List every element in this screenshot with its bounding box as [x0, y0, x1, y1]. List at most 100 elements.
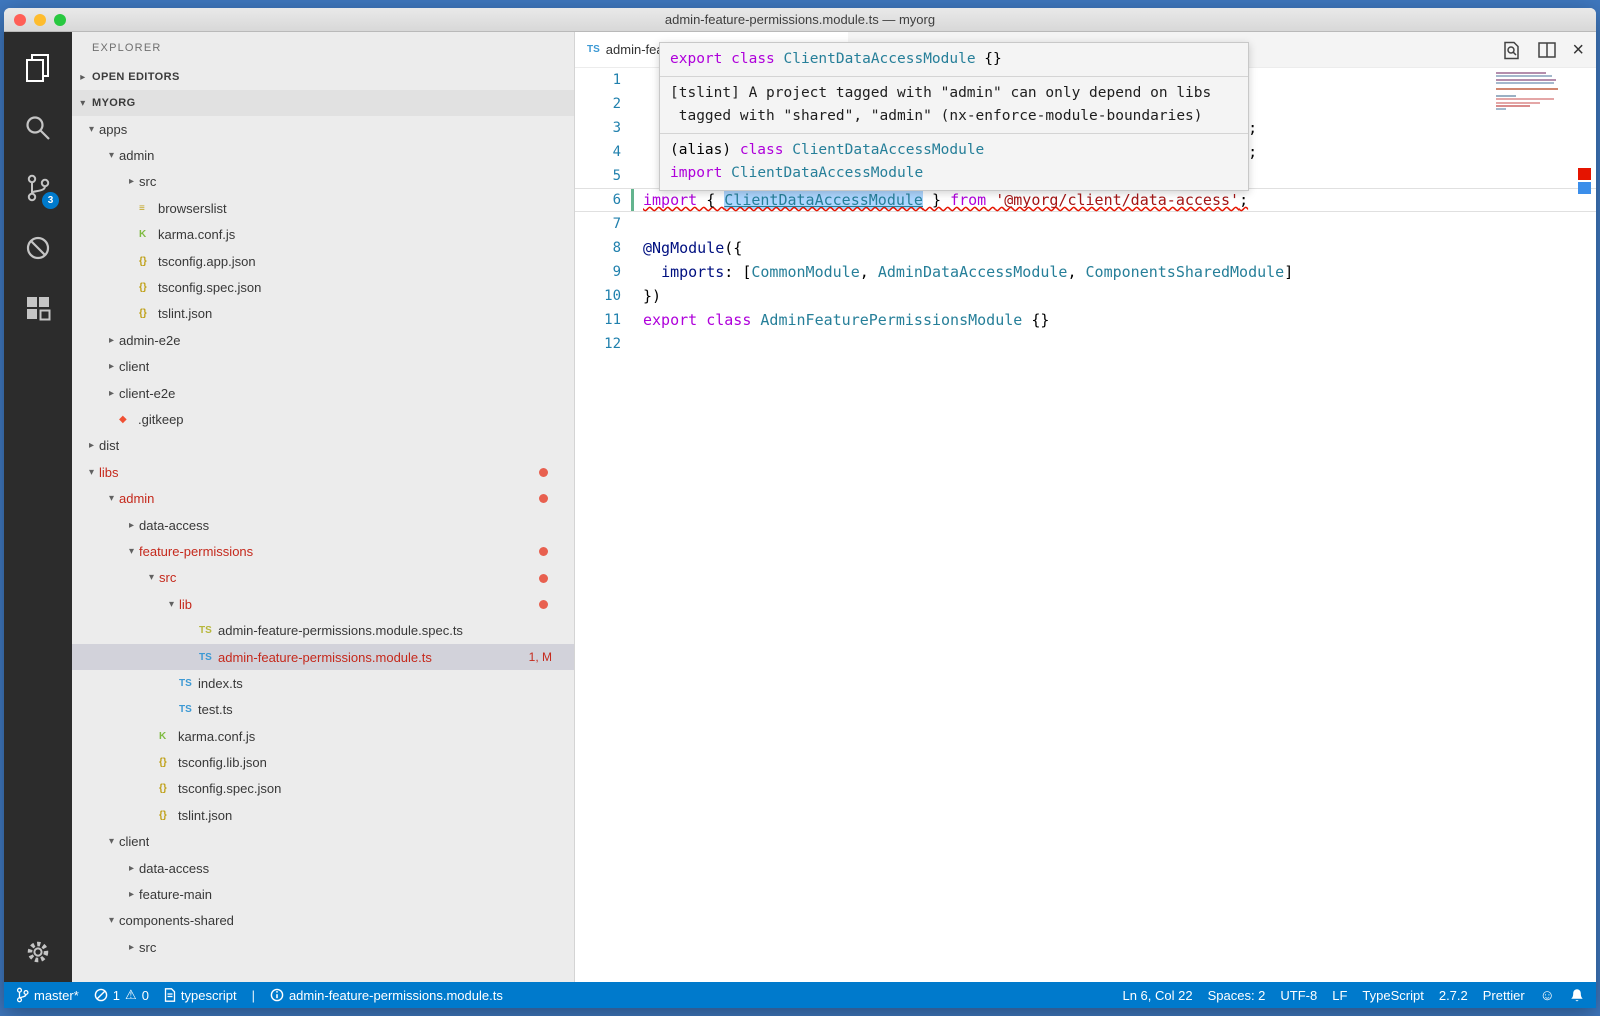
code-line[interactable]: 12 — [575, 332, 1596, 356]
line-number[interactable]: 3 — [575, 116, 621, 140]
code-token — [697, 311, 706, 329]
tree-item-client-e2e[interactable]: ▸client-e2e — [72, 380, 574, 406]
problems-status[interactable]: 1 ⚠ 0 — [94, 987, 149, 1003]
chevron-right-icon[interactable]: ▸ — [124, 889, 139, 900]
close-editor-icon[interactable]: × — [1572, 40, 1584, 60]
typescript-version[interactable]: 2.7.2 — [1439, 988, 1468, 1003]
feedback-smiley-icon[interactable]: ☺ — [1540, 987, 1555, 1004]
chevron-right-icon[interactable]: ▸ — [124, 863, 139, 874]
tree-item-tslint.json[interactable]: {}tslint.json — [72, 802, 574, 828]
tree-item-admin-feature-permissions.module.spec.ts[interactable]: TSadmin-feature-permissions.module.spec.… — [72, 617, 574, 643]
chevron-down-icon[interactable]: ▾ — [144, 572, 159, 583]
encoding-status[interactable]: UTF-8 — [1280, 988, 1317, 1003]
tree-item-admin-feature-permissions.module.ts[interactable]: TSadmin-feature-permissions.module.ts1, … — [72, 644, 574, 670]
line-number[interactable]: 9 — [575, 260, 621, 284]
tree-item-client[interactable]: ▾client — [72, 829, 574, 855]
active-file-status[interactable]: admin-feature-permissions.module.ts — [270, 988, 503, 1003]
chevron-down-icon[interactable]: ▾ — [124, 546, 139, 557]
chevron-right-icon[interactable]: ▸ — [104, 335, 119, 346]
tree-item-lib[interactable]: ▾lib — [72, 591, 574, 617]
chevron-down-icon[interactable]: ▾ — [104, 493, 119, 504]
tree-item-src[interactable]: ▾src — [72, 565, 574, 591]
code-line[interactable]: 9 imports: [CommonModule, AdminDataAcces… — [575, 260, 1596, 284]
tree-item-client[interactable]: ▸client — [72, 354, 574, 380]
open-changes-icon[interactable] — [1502, 41, 1522, 60]
chevron-right-icon[interactable]: ▸ — [84, 440, 99, 451]
line-number[interactable]: 2 — [575, 92, 621, 116]
code-line[interactable]: 7 — [575, 212, 1596, 236]
formatter-status[interactable]: Prettier — [1483, 988, 1525, 1003]
git-branch-status[interactable]: master* — [16, 987, 79, 1003]
language-mode[interactable]: TypeScript — [1362, 988, 1423, 1003]
chevron-right-icon[interactable]: ▸ — [124, 942, 139, 953]
code-line[interactable]: 11export class AdminFeaturePermissionsMo… — [575, 308, 1596, 332]
tree-item-browserslist[interactable]: ≡browserslist — [72, 195, 574, 221]
zoom-window-button[interactable] — [54, 14, 66, 26]
code-line[interactable]: 6import { ClientDataAccessModule } from … — [575, 188, 1596, 212]
tslint-status[interactable]: typescript — [164, 988, 237, 1003]
line-number[interactable]: 11 — [575, 308, 621, 332]
tree-item-karma.conf.js[interactable]: Kkarma.conf.js — [72, 222, 574, 248]
tree-item-tsconfig.lib.json[interactable]: {}tsconfig.lib.json — [72, 749, 574, 775]
tree-item-tsconfig.spec.json[interactable]: {}tsconfig.spec.json — [72, 274, 574, 300]
tree-item-admin[interactable]: ▾admin — [72, 142, 574, 168]
root-folder-header[interactable]: ▾ MYORG — [72, 90, 574, 116]
line-number[interactable]: 1 — [575, 68, 621, 92]
code-line[interactable]: 8@NgModule({ — [575, 236, 1596, 260]
chevron-down-icon[interactable]: ▾ — [104, 915, 119, 926]
tree-item-components-shared[interactable]: ▾components-shared — [72, 908, 574, 934]
line-number[interactable]: 6 — [575, 188, 621, 212]
chevron-down-icon[interactable]: ▾ — [84, 467, 99, 478]
minimize-window-button[interactable] — [34, 14, 46, 26]
cursor-position[interactable]: Ln 6, Col 22 — [1122, 988, 1192, 1003]
line-number[interactable]: 12 — [575, 332, 621, 356]
indentation-status[interactable]: Spaces: 2 — [1208, 988, 1266, 1003]
split-editor-icon[interactable] — [1538, 42, 1556, 58]
tree-item-admin-e2e[interactable]: ▸admin-e2e — [72, 327, 574, 353]
chevron-down-icon[interactable]: ▾ — [104, 836, 119, 847]
debug-activity-button[interactable] — [16, 224, 60, 272]
line-number[interactable]: 10 — [575, 284, 621, 308]
explorer-activity-button[interactable] — [16, 44, 60, 92]
close-window-button[interactable] — [14, 14, 26, 26]
tree-item-data-access[interactable]: ▸data-access — [72, 512, 574, 538]
line-number[interactable]: 7 — [575, 212, 621, 236]
tree-item-libs[interactable]: ▾libs — [72, 459, 574, 485]
minimap[interactable] — [1496, 72, 1560, 112]
chevron-right-icon[interactable]: ▸ — [124, 176, 139, 187]
chevron-down-icon[interactable]: ▾ — [164, 599, 179, 610]
settings-button[interactable] — [4, 938, 72, 966]
code-line[interactable]: 10}) — [575, 284, 1596, 308]
chevron-right-icon[interactable]: ▸ — [104, 361, 119, 372]
line-number[interactable]: 5 — [575, 164, 621, 188]
tree-item-dist[interactable]: ▸dist — [72, 433, 574, 459]
tree-item-data-access[interactable]: ▸data-access — [72, 855, 574, 881]
tree-item-karma.conf.js[interactable]: Kkarma.conf.js — [72, 723, 574, 749]
line-number[interactable]: 8 — [575, 236, 621, 260]
eol-status[interactable]: LF — [1332, 988, 1347, 1003]
extensions-activity-button[interactable] — [16, 284, 60, 332]
tree-item-test.ts[interactable]: TStest.ts — [72, 697, 574, 723]
line-number[interactable]: 4 — [575, 140, 621, 164]
chevron-right-icon[interactable]: ▸ — [124, 520, 139, 531]
source-control-activity-button[interactable]: 3 — [16, 164, 60, 212]
tree-item-tsconfig.spec.json[interactable]: {}tsconfig.spec.json — [72, 776, 574, 802]
chevron-down-icon[interactable]: ▾ — [84, 124, 99, 135]
tree-item-feature-main[interactable]: ▸feature-main — [72, 881, 574, 907]
notifications-bell-icon[interactable] — [1570, 988, 1584, 1003]
tree-item-index.ts[interactable]: TSindex.ts — [72, 670, 574, 696]
tree-item-tslint.json[interactable]: {}tslint.json — [72, 301, 574, 327]
json-file-icon: {} — [139, 282, 158, 293]
tree-item-.gitkeep[interactable]: ◆.gitkeep — [72, 406, 574, 432]
tree-item-src[interactable]: ▸src — [72, 169, 574, 195]
search-activity-button[interactable] — [16, 104, 60, 152]
tree-item-feature-permissions[interactable]: ▾feature-permissions — [72, 538, 574, 564]
tree-item-src[interactable]: ▸src — [72, 934, 574, 960]
chevron-right-icon[interactable]: ▸ — [104, 388, 119, 399]
karma-file-icon: K — [139, 229, 158, 240]
tree-item-tsconfig.app.json[interactable]: {}tsconfig.app.json — [72, 248, 574, 274]
open-editors-header[interactable]: ▸ OPEN EDITORS — [72, 64, 574, 90]
chevron-down-icon[interactable]: ▾ — [104, 150, 119, 161]
tree-item-admin[interactable]: ▾admin — [72, 485, 574, 511]
tree-item-apps[interactable]: ▾apps — [72, 116, 574, 142]
